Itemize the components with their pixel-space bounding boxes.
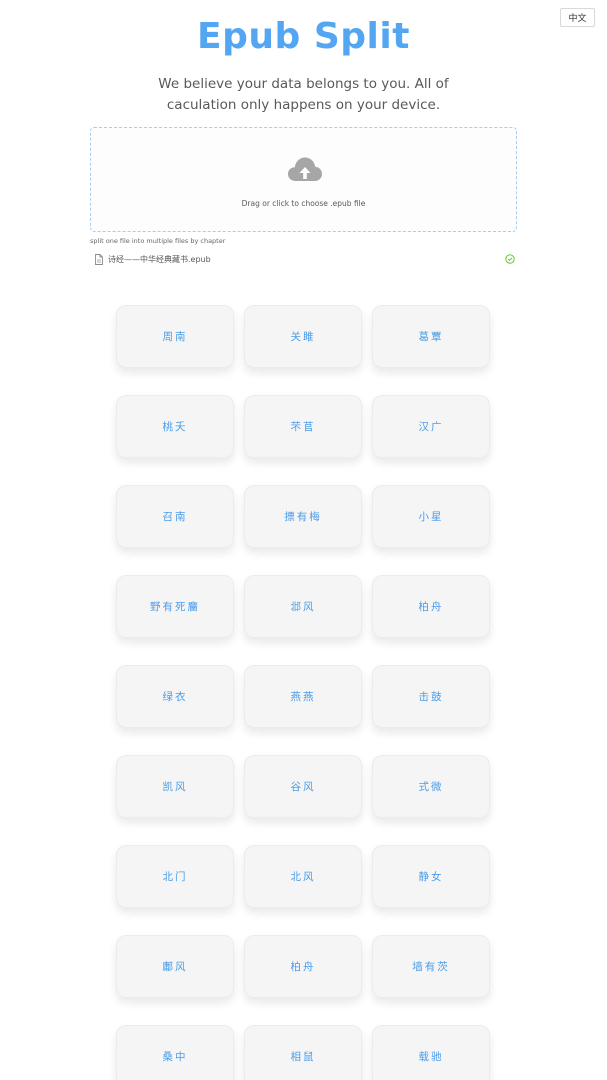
chapter-button[interactable]: 北风 [244, 845, 362, 908]
chapter-button[interactable]: 汉广 [372, 395, 490, 458]
chapter-button[interactable]: 柏舟 [372, 575, 490, 638]
chapter-button[interactable]: 谷风 [244, 755, 362, 818]
chapter-button[interactable]: 桃夭 [116, 395, 234, 458]
chapter-button[interactable]: 小星 [372, 485, 490, 548]
chapter-button[interactable]: 北门 [116, 845, 234, 908]
chapter-button[interactable]: 鄘风 [116, 935, 234, 998]
chapter-button[interactable]: 击鼓 [372, 665, 490, 728]
chapter-button[interactable]: 燕燕 [244, 665, 362, 728]
chapter-button[interactable]: 柏舟 [244, 935, 362, 998]
chapter-button[interactable]: 桑中 [116, 1025, 234, 1080]
chapter-button[interactable]: 凯风 [116, 755, 234, 818]
chapter-button[interactable]: 邶风 [244, 575, 362, 638]
chapter-button[interactable]: 芣苢 [244, 395, 362, 458]
chapter-button[interactable]: 式微 [372, 755, 490, 818]
chapter-button[interactable]: 召南 [116, 485, 234, 548]
chapter-button-grid: 周南 关雎 葛覃 桃夭 芣苢 汉广 召南 摽有梅 小星 野有死麕 邶风 柏舟 绿衣 燕燕 击鼓 凯风 谷风 式微北… [0, 0, 607, 1080]
chapter-button[interactable]: 载驰 [372, 1025, 490, 1080]
chapter-button[interactable]: 葛覃 [372, 305, 490, 368]
chapter-button[interactable]: 绿衣 [116, 665, 234, 728]
chapter-button[interactable]: 关雎 [244, 305, 362, 368]
chapter-button[interactable]: 周南 [116, 305, 234, 368]
chapter-button[interactable]: 静女 [372, 845, 490, 908]
chapter-button[interactable]: 野有死麕 [116, 575, 234, 638]
chapter-button[interactable]: 相鼠 [244, 1025, 362, 1080]
chapter-button[interactable]: 摽有梅 [244, 485, 362, 548]
chapter-button[interactable]: 墙有茨 [372, 935, 490, 998]
